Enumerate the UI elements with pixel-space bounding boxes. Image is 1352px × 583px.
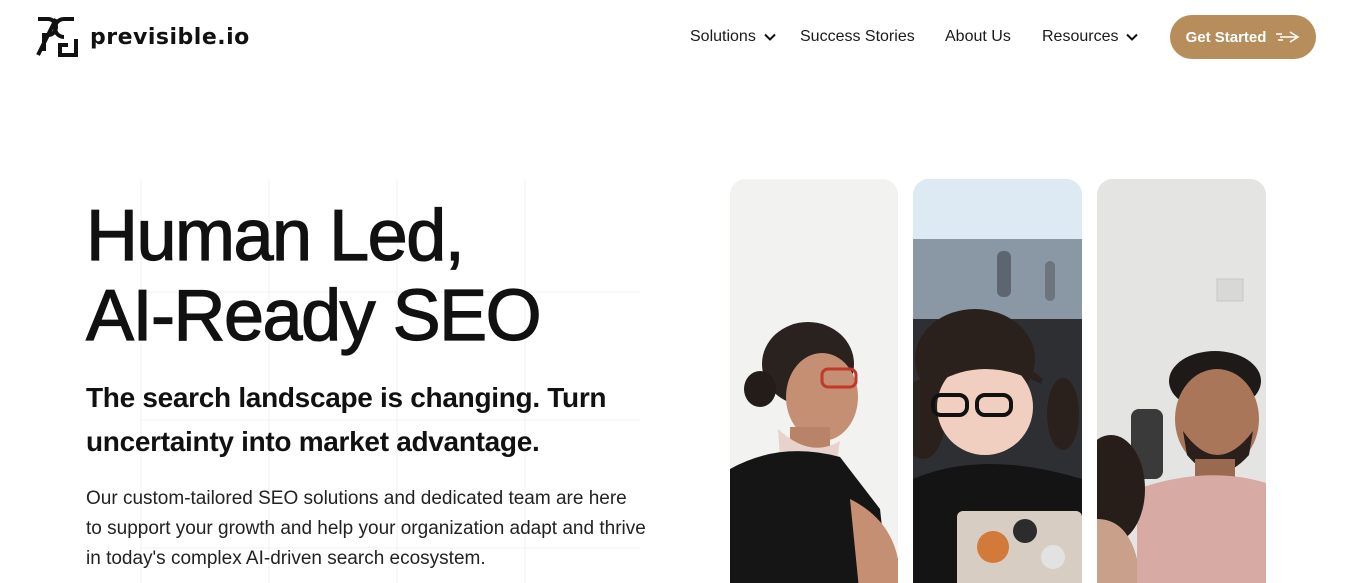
nav-solutions-label: Solutions: [690, 28, 756, 45]
hero-subtitle: The search landscape is changing. Turn u…: [86, 382, 607, 457]
chevron-down-icon: [764, 33, 776, 41]
chevron-down-icon: [1126, 33, 1139, 41]
pg-monogram-icon: [36, 17, 78, 57]
nav-solutions[interactable]: Solutions: [690, 22, 777, 52]
team-photo-woman-laptop: [913, 179, 1082, 583]
paper-plane-arrow-icon: [1276, 31, 1300, 43]
team-photo-man-pink-shirt: [1097, 179, 1266, 583]
hero-title: Human Led, AI-Ready SEO: [85, 195, 542, 356]
nav-resources-label: Resources: [1042, 28, 1119, 45]
get-started-button[interactable]: Get Started: [1170, 15, 1316, 59]
brand-name: previsible.io: [90, 24, 250, 50]
hero-title-line-1: Human Led,: [85, 195, 465, 276]
nav-about-us[interactable]: About Us: [945, 22, 1011, 52]
hero-title-line-2: AI-Ready SEO: [85, 275, 542, 356]
nav-about-us-label: About Us: [945, 28, 1011, 45]
team-photo-woman-red-glasses: [730, 179, 898, 583]
hero-body: Our custom-tailored SEO solutions and de…: [86, 488, 646, 569]
site-header: previsible.io Solutions Success Stories …: [0, 0, 1352, 75]
nav-resources[interactable]: Resources: [1042, 22, 1139, 52]
brand-logo[interactable]: previsible.io: [36, 15, 250, 59]
nav-success-stories[interactable]: Success Stories: [800, 22, 915, 52]
nav-success-stories-label: Success Stories: [800, 28, 915, 45]
get-started-label: Get Started: [1185, 28, 1267, 46]
